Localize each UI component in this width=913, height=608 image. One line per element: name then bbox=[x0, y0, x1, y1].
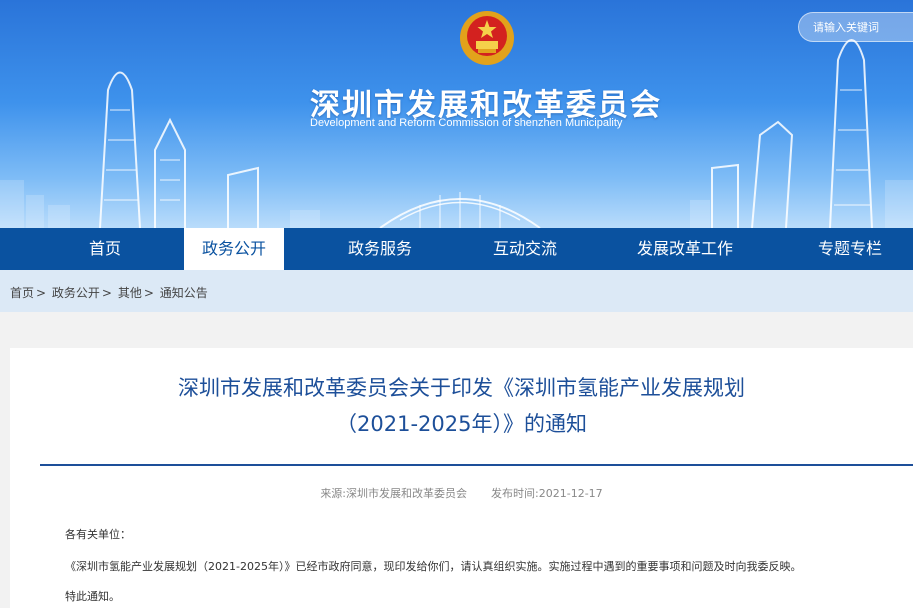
article-meta: 来源:深圳市发展和改革委员会 发布时间:2021-12-17 bbox=[10, 485, 913, 501]
publish-date: 2021-12-17 bbox=[538, 487, 603, 500]
article-title-line-1: 深圳市发展和改革委员会关于印发《深圳市氢能产业发展规划 bbox=[178, 376, 745, 400]
header-banner: 深圳市发展和改革委员会 Development and Reform Commi… bbox=[0, 0, 913, 228]
title-divider bbox=[40, 464, 913, 466]
nav-item-government-affairs[interactable]: 政务公开 bbox=[184, 228, 284, 270]
main-nav: 首页 政务公开 政务服务 互动交流 发展改革工作 专题专栏 bbox=[0, 228, 913, 270]
breadcrumb: 首页 > 政务公开 > 其他 > 通知公告 bbox=[10, 284, 210, 301]
nav-item-interaction[interactable]: 互动交流 bbox=[475, 228, 575, 270]
nav-item-government-services[interactable]: 政务服务 bbox=[330, 228, 430, 270]
nav-item-reform-work[interactable]: 发展改革工作 bbox=[620, 228, 750, 270]
breadcrumb-separator: > bbox=[101, 286, 112, 300]
article-salutation: 各有关单位： bbox=[65, 528, 131, 541]
breadcrumb-bar: 首页 > 政务公开 > 其他 > 通知公告 bbox=[0, 270, 913, 312]
national-emblem-icon bbox=[460, 11, 514, 65]
article-source: 深圳市发展和改革委员会 bbox=[346, 487, 468, 500]
article-title: 深圳市发展和改革委员会关于印发《深圳市氢能产业发展规划 （2021-2025年）… bbox=[40, 370, 883, 442]
search-input[interactable] bbox=[798, 12, 913, 42]
date-label: 发布时间: bbox=[491, 487, 539, 500]
breadcrumb-home[interactable]: 首页 bbox=[10, 286, 34, 300]
article-closing: 特此通知。 bbox=[65, 590, 120, 603]
site-subtitle: Development and Reform Commission of she… bbox=[310, 117, 623, 129]
breadcrumb-separator: > bbox=[36, 286, 47, 300]
article-panel: 深圳市发展和改革委员会关于印发《深圳市氢能产业发展规划 （2021-2025年）… bbox=[10, 348, 913, 608]
nav-item-home[interactable]: 首页 bbox=[60, 228, 150, 270]
source-label: 来源: bbox=[320, 487, 347, 500]
breadcrumb-other[interactable]: 其他 bbox=[118, 286, 142, 300]
nav-item-special-topics[interactable]: 专题专栏 bbox=[800, 228, 900, 270]
article-title-line-2: （2021-2025年）》的通知 bbox=[336, 412, 587, 436]
article-body: 《深圳市氢能产业发展规划（2021-2025年）》已经市政府同意，现印发给你们，… bbox=[65, 560, 802, 573]
breadcrumb-notices[interactable]: 通知公告 bbox=[160, 286, 208, 300]
breadcrumb-separator: > bbox=[143, 286, 154, 300]
breadcrumb-government-affairs[interactable]: 政务公开 bbox=[52, 286, 100, 300]
